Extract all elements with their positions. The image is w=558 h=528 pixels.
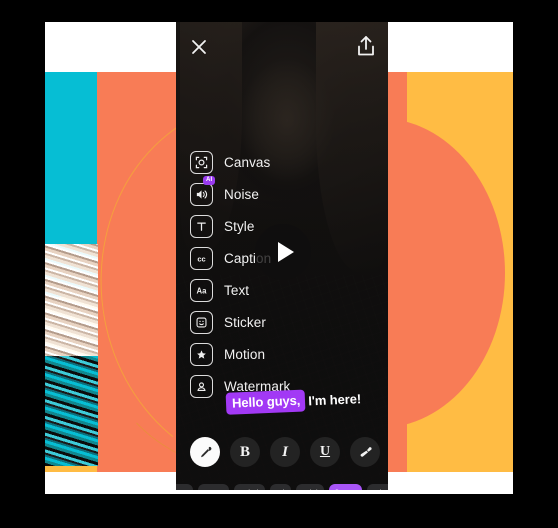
svg-text:cc: cc [197, 254, 205, 263]
svg-text:Aa: Aa [197, 286, 208, 295]
share-upload-icon [358, 36, 374, 56]
suggestion-chip[interactable]: ایرانی [233, 484, 265, 490]
menu-label-style: Style [224, 218, 255, 234]
sticker-smiley-icon [190, 310, 213, 334]
suggestion-chip[interactable]: سلام [366, 484, 388, 490]
menu-item-canvas[interactable]: Canvas [190, 146, 340, 178]
speaker-noise-icon: AI [190, 175, 216, 206]
menu-label-motion: Motion [224, 346, 266, 362]
menu-label-canvas: Canvas [224, 154, 271, 170]
caption-highlighted-word: Hello guys, [225, 389, 306, 415]
screenshot-root: Canvas AI Noise Style cc Caption Aa Text… [0, 0, 558, 528]
caption-plain-text: I'm here! [307, 390, 362, 408]
underline-button[interactable]: U [310, 437, 340, 467]
italic-button[interactable]: I [270, 437, 300, 467]
menu-label-noise: Noise [224, 186, 260, 202]
suggestion-chip-selected[interactable]: خوبی؟ [328, 484, 362, 490]
play-button[interactable] [255, 224, 311, 280]
bold-button[interactable]: B [230, 437, 260, 467]
suggestion-chip[interactable]: ترجمه [197, 484, 229, 490]
editor-top-bar [176, 22, 388, 74]
watermark-person-icon [190, 374, 213, 398]
text-aa-icon: Aa [190, 278, 213, 302]
share-button[interactable] [354, 34, 378, 60]
menu-item-motion[interactable]: Motion [190, 338, 340, 370]
artwork-dark-streaks [45, 356, 98, 466]
highlighter-brush-icon [360, 446, 372, 457]
suggestion-chip-row[interactable]: سلام خوبی؟ لواین اپ ایرانی ترجمه خودکار … [176, 480, 388, 490]
ai-badge: AI [203, 175, 216, 185]
suggestion-chip[interactable]: لواین [295, 484, 324, 490]
video-editor-panel: Canvas AI Noise Style cc Caption Aa Text… [176, 22, 388, 490]
motion-star-icon [190, 342, 213, 366]
suggestion-chip[interactable]: اپ [269, 484, 291, 490]
close-button[interactable] [188, 36, 210, 58]
canvas-crop-icon [190, 150, 213, 174]
italic-glyph: I [282, 443, 288, 460]
menu-item-text[interactable]: Aa Text [190, 274, 340, 306]
eyedropper-icon [200, 446, 211, 457]
style-t-icon [190, 214, 213, 238]
highlighter-brush-button[interactable] [350, 437, 380, 467]
underline-glyph: U [319, 444, 331, 459]
bold-glyph: B [239, 443, 250, 460]
menu-item-sticker[interactable]: Sticker [190, 306, 340, 338]
play-triangle-icon [277, 242, 294, 262]
text-format-toolbar: B I U [190, 437, 380, 467]
close-icon [192, 40, 206, 54]
eyedropper-color-picker-button[interactable] [190, 437, 220, 467]
suggestion-chip[interactable]: خودکار [176, 484, 193, 490]
closed-caption-icon: cc [190, 246, 213, 270]
menu-label-sticker: Sticker [224, 314, 266, 330]
menu-item-noise[interactable]: AI Noise [190, 175, 340, 210]
menu-label-text: Text [224, 282, 250, 298]
